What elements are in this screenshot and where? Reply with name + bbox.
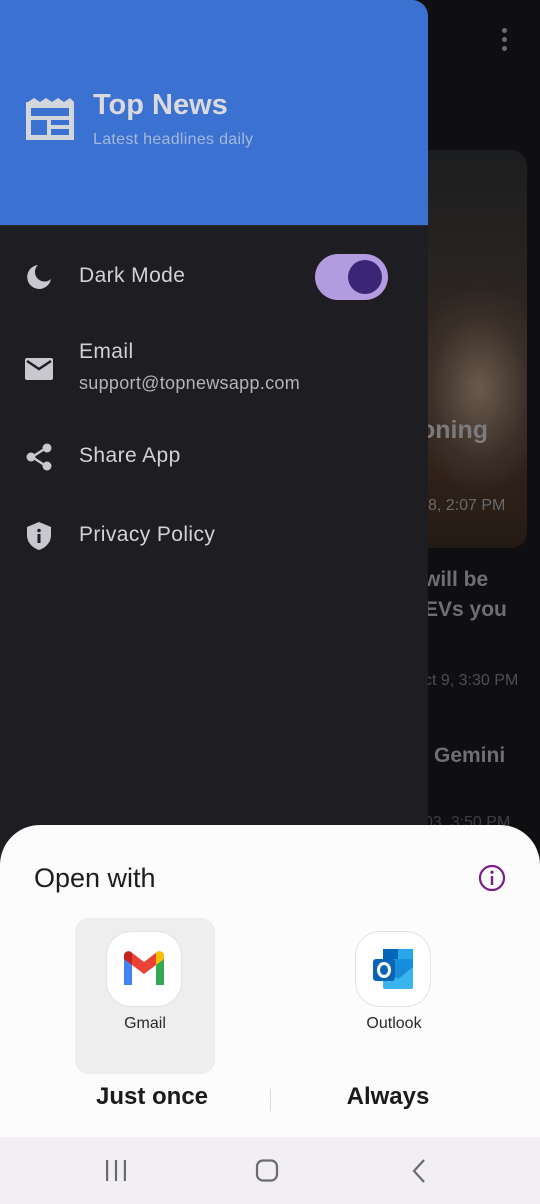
always-button[interactable]: Always xyxy=(296,1083,480,1111)
more-options-icon[interactable] xyxy=(502,28,510,54)
news-headline[interactable]: Gemini xyxy=(434,744,505,768)
drawer-header: Top News Latest headlines daily xyxy=(0,0,428,226)
home-icon[interactable] xyxy=(252,1157,282,1185)
menu-label-share-app: Share App xyxy=(79,444,181,467)
menu-label-dark-mode: Dark Mode xyxy=(79,264,186,287)
news-card-title: oning xyxy=(420,416,489,444)
menu-item-share-app[interactable]: Share App xyxy=(0,425,428,489)
drawer-subtitle: Latest headlines daily xyxy=(93,131,254,148)
outlook-icon xyxy=(356,932,430,1006)
dark-mode-toggle[interactable] xyxy=(315,254,388,300)
share-icon xyxy=(26,443,52,471)
app-name-gmail: Gmail xyxy=(124,1015,166,1032)
app-option-outlook[interactable]: Outlook xyxy=(324,918,464,1074)
news-card-time: 8, 2:07 PM xyxy=(428,497,506,514)
app-option-gmail[interactable]: Gmail xyxy=(75,918,215,1074)
action-divider xyxy=(270,1089,271,1111)
menu-item-email[interactable]: Email support@topnewsapp.com xyxy=(0,330,428,410)
system-navigation-bar xyxy=(0,1137,540,1204)
just-once-button[interactable]: Just once xyxy=(60,1083,244,1111)
recent-apps-icon[interactable] xyxy=(101,1157,131,1185)
navigation-drawer: Top News Latest headlines daily Dark Mod… xyxy=(0,0,428,860)
open-with-sheet: Open with Gmail Outlook Just once Always xyxy=(0,825,540,1137)
menu-sublabel-email: support@topnewsapp.com xyxy=(79,373,300,393)
shield-info-icon xyxy=(27,522,51,550)
menu-label-email: Email xyxy=(79,340,134,363)
info-icon[interactable] xyxy=(478,864,506,892)
menu-label-privacy-policy: Privacy Policy xyxy=(79,523,216,546)
gmail-icon xyxy=(107,932,181,1006)
toggle-knob xyxy=(348,260,382,294)
news-time: ct 9, 3:30 PM xyxy=(424,672,519,689)
drawer-title: Top News xyxy=(93,89,228,121)
newspaper-icon xyxy=(26,98,74,140)
moon-icon xyxy=(27,265,51,289)
mail-icon xyxy=(25,358,53,380)
sheet-title: Open with xyxy=(34,863,156,893)
menu-item-privacy-policy[interactable]: Privacy Policy xyxy=(0,504,428,568)
news-headline[interactable]: will be EVs you xyxy=(424,565,507,625)
app-name-outlook: Outlook xyxy=(366,1015,422,1032)
back-icon[interactable] xyxy=(405,1157,435,1185)
